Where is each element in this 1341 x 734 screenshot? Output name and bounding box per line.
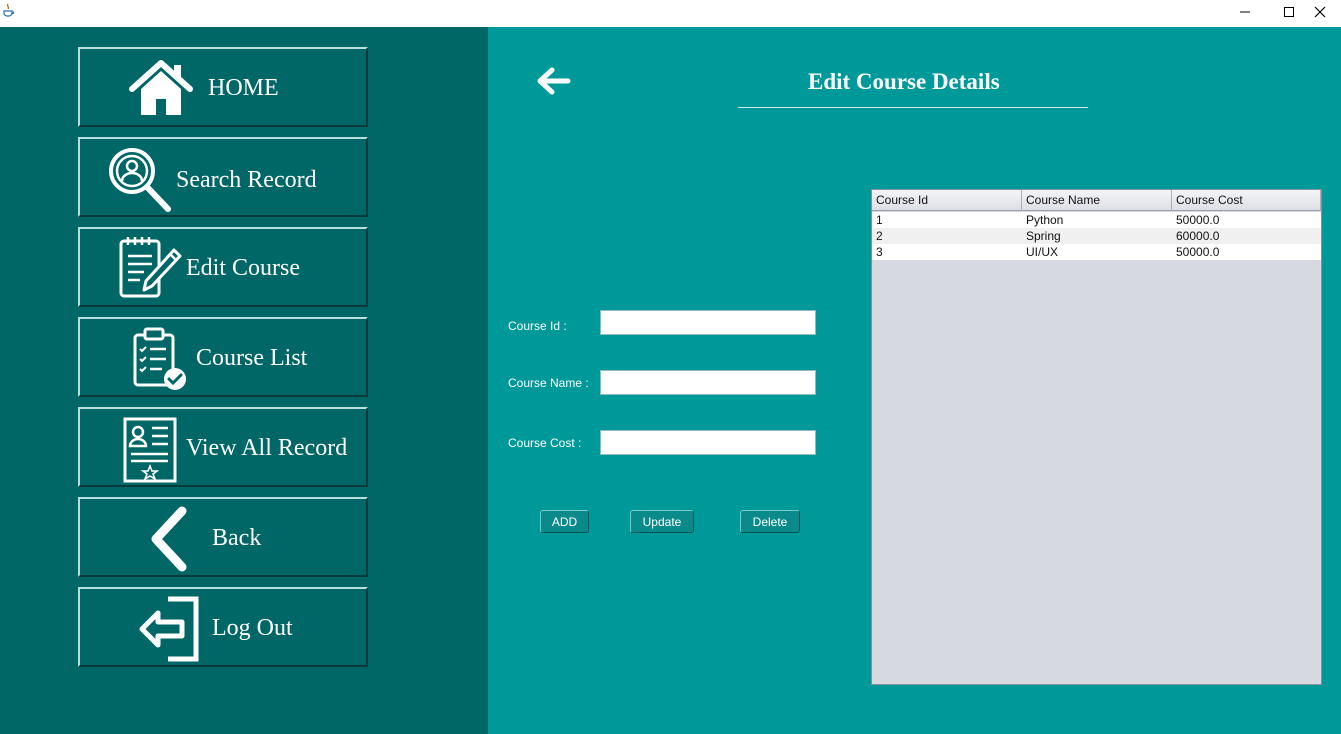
home-icon — [129, 60, 193, 115]
column-header-course-cost[interactable]: Course Cost — [1172, 190, 1321, 211]
window-titlebar — [0, 0, 1341, 27]
arrow-left-icon[interactable] — [536, 67, 572, 95]
certificate-icon — [123, 417, 177, 483]
cell-course-id: 1 — [876, 213, 883, 227]
table-header: Course Id Course Name Course Cost — [872, 190, 1321, 211]
course-id-input[interactable] — [600, 310, 816, 335]
sidebar-item-label: HOME — [208, 75, 279, 101]
course-name-input[interactable] — [600, 370, 816, 395]
maximize-icon — [1284, 7, 1294, 17]
sidebar-item-edit-course[interactable]: Edit Course — [78, 227, 368, 307]
cell-course-id: 3 — [876, 245, 883, 259]
title-divider — [738, 107, 1088, 108]
add-button[interactable]: ADD — [540, 510, 589, 533]
course-cost-label: Course Cost : — [508, 436, 582, 450]
sidebar-item-label: Edit Course — [186, 255, 300, 281]
sidebar-item-label: Back — [212, 525, 262, 551]
logout-icon — [139, 596, 199, 662]
sidebar-item-label: View All Record — [186, 435, 348, 461]
minimize-icon — [1240, 11, 1250, 13]
cell-course-name: Python — [1026, 213, 1064, 227]
column-header-course-name[interactable]: Course Name — [1022, 190, 1172, 211]
sidebar-item-search-record[interactable]: Search Record — [78, 137, 368, 217]
chevron-left-icon — [151, 506, 187, 572]
sidebar-item-course-list[interactable]: Course List — [78, 317, 368, 397]
column-header-course-id[interactable]: Course Id — [872, 190, 1022, 211]
search-user-icon — [109, 148, 171, 212]
java-app-icon — [2, 3, 14, 17]
sidebar-item-view-all-record[interactable]: View All Record — [78, 407, 368, 487]
table-row[interactable]: 2 Spring 60000.0 — [872, 228, 1321, 244]
course-id-label: Course Id : — [508, 319, 567, 333]
page-title: Edit Course Details — [808, 69, 1000, 94]
course-cost-input[interactable] — [600, 430, 816, 455]
table-row[interactable]: 1 Python 50000.0 — [872, 212, 1321, 228]
course-name-label: Course Name : — [508, 376, 589, 390]
sidebar-item-back[interactable]: Back — [78, 497, 368, 577]
cell-course-name: Spring — [1026, 229, 1061, 243]
sidebar-item-label: Search Record — [176, 167, 317, 193]
cell-course-cost: 50000.0 — [1176, 245, 1220, 259]
sidebar-item-label: Course List — [196, 345, 308, 371]
delete-button[interactable]: Delete — [740, 510, 800, 533]
sidebar: HOME Search Record Edit Course Course Li… — [0, 27, 488, 734]
sidebar-item-log-out[interactable]: Log Out — [78, 587, 368, 667]
main-panel: Edit Course Details Course Id : Course N… — [488, 27, 1341, 734]
minimize-button[interactable] — [1222, 0, 1268, 24]
cell-course-name: UI/UX — [1026, 245, 1059, 259]
cell-course-cost: 60000.0 — [1176, 229, 1220, 243]
sidebar-item-home[interactable]: HOME — [78, 47, 368, 127]
edit-document-icon — [119, 237, 182, 298]
course-table[interactable]: Course Id Course Name Course Cost 1 Pyth… — [871, 189, 1322, 685]
close-button[interactable] — [1297, 0, 1341, 24]
close-icon — [1314, 6, 1326, 18]
table-row[interactable]: 3 UI/UX 50000.0 — [872, 244, 1321, 260]
update-button[interactable]: Update — [630, 510, 694, 533]
sidebar-item-label: Log Out — [212, 615, 293, 641]
cell-course-id: 2 — [876, 229, 883, 243]
clipboard-check-icon — [133, 327, 186, 390]
cell-course-cost: 50000.0 — [1176, 213, 1220, 227]
